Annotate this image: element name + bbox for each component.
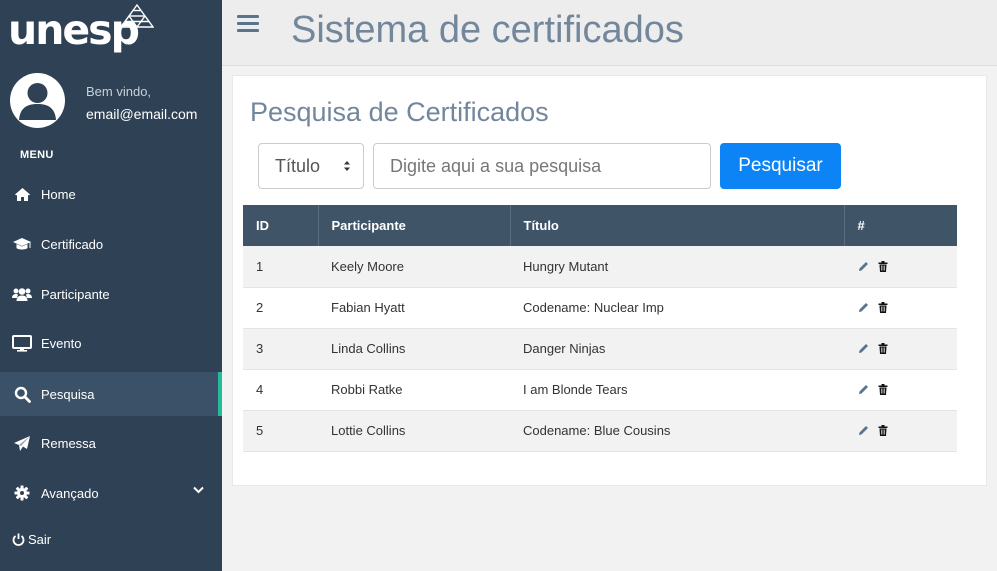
sidebar-item-participante[interactable]: Participante (0, 272, 222, 316)
column-header-titulo[interactable]: Título (510, 205, 845, 246)
graduation-cap-icon (12, 235, 32, 253)
cell-id: 5 (256, 423, 264, 438)
delete-trash-icon[interactable] (877, 425, 889, 437)
delete-trash-icon[interactable] (877, 343, 889, 355)
home-icon (12, 185, 32, 203)
menu-label: MENU (20, 149, 54, 161)
users-icon (12, 285, 32, 303)
sidebar-item-evento[interactable]: Evento (0, 321, 222, 365)
cell-actions (844, 410, 957, 451)
search-filter-value: Título (275, 155, 321, 176)
cell-titulo: I am Blonde Tears (523, 382, 628, 397)
gear-icon (12, 484, 32, 502)
cell-actions (844, 246, 957, 287)
cell-titulo: Codename: Nuclear Imp (523, 300, 664, 315)
cell-participante: Linda Collins (331, 341, 406, 356)
sidebar-item-home[interactable]: Home (0, 172, 222, 216)
cell-participante: Robbi Ratke (331, 382, 403, 397)
logout-label: Sair (28, 532, 52, 547)
top-bar: Sistema de certificados (222, 0, 997, 66)
select-arrows-icon (344, 161, 350, 171)
search-input[interactable] (373, 143, 711, 189)
cell-titulo: Codename: Blue Cousins (523, 423, 671, 438)
delete-trash-icon[interactable] (877, 302, 889, 314)
cell-id: 2 (256, 300, 264, 315)
logout-link[interactable]: Sair (12, 532, 51, 547)
cell-titulo: Hungry Mutant (523, 258, 609, 274)
cell-participante: Lottie Collins (331, 423, 406, 438)
sidebar-item-label: Avançado (41, 485, 99, 501)
cell-actions (844, 369, 957, 410)
sidebar-item-label: Evento (41, 335, 82, 351)
cell-titulo: Danger Ninjas (523, 341, 606, 356)
certificates-table: ID Participante Título # 1 Keely Moore H… (243, 205, 957, 452)
sidebar-item-label: Certificado (41, 236, 104, 252)
brand-name: unesp (8, 6, 140, 54)
cell-participante: Keely Moore (331, 258, 404, 274)
search-filter-select[interactable]: Título (258, 143, 364, 189)
app-title: Sistema de certificados (291, 9, 684, 51)
table-row: 4 Robbi Ratke I am Blonde Tears (243, 369, 957, 410)
paper-plane-icon (12, 434, 32, 452)
cell-actions (844, 287, 957, 328)
table-row: 5 Lottie Collins Codename: Blue Cousins (243, 410, 957, 451)
user-profile: Bem vindo, email@email.com (10, 73, 220, 129)
edit-pencil-icon[interactable] (857, 260, 869, 272)
sidebar-item-label: Participante (41, 286, 110, 302)
cell-actions (844, 328, 957, 369)
delete-trash-icon[interactable] (877, 384, 889, 396)
table-header-row: ID Participante Título # (243, 205, 957, 246)
column-header-participante[interactable]: Participante (318, 205, 511, 246)
avatar[interactable] (10, 73, 65, 128)
chevron-down-icon (193, 486, 204, 494)
page-title: Pesquisa de Certificados (250, 97, 549, 127)
search-panel: Pesquisa de Certificados Título Pesquisa… (232, 75, 987, 486)
sidebar-item-label: Home (41, 186, 76, 202)
sidebar-item-remessa[interactable]: Remessa (0, 421, 222, 465)
unesp-logo-icon (120, 4, 154, 28)
column-header-actions: # (857, 218, 865, 233)
menu-toggle-icon[interactable] (237, 15, 259, 33)
sidebar-item-label: Pesquisa (41, 386, 95, 402)
sidebar-item-avancado[interactable]: Avançado (0, 471, 222, 515)
column-header-id[interactable]: ID (243, 205, 319, 246)
edit-pencil-icon[interactable] (857, 425, 869, 437)
table-row: 3 Linda Collins Danger Ninjas (243, 328, 957, 369)
search-icon (12, 385, 32, 403)
table-row: 1 Keely Moore Hungry Mutant (243, 246, 957, 287)
delete-trash-icon[interactable] (877, 260, 889, 272)
sidebar-item-certificado[interactable]: Certificado (0, 222, 222, 266)
cell-id: 1 (256, 258, 264, 274)
table-row: 2 Fabian Hyatt Codename: Nuclear Imp (243, 287, 957, 328)
edit-pencil-icon[interactable] (857, 343, 869, 355)
welcome-text: Bem vindo, (86, 84, 152, 99)
edit-pencil-icon[interactable] (857, 384, 869, 396)
sidebar-item-label: Remessa (41, 435, 96, 451)
sidebar: unesp Bem vindo, email@email.com MENU Ho… (0, 0, 222, 571)
cell-id: 4 (256, 382, 264, 397)
edit-pencil-icon[interactable] (857, 302, 869, 314)
desktop-icon (12, 334, 32, 352)
cell-participante: Fabian Hyatt (331, 300, 405, 315)
search-button[interactable]: Pesquisar (720, 143, 841, 189)
user-icon (19, 83, 56, 120)
user-email: email@email.com (86, 106, 198, 122)
power-icon (12, 533, 25, 546)
sidebar-item-pesquisa[interactable]: Pesquisa (0, 372, 222, 416)
cell-id: 3 (256, 341, 264, 356)
